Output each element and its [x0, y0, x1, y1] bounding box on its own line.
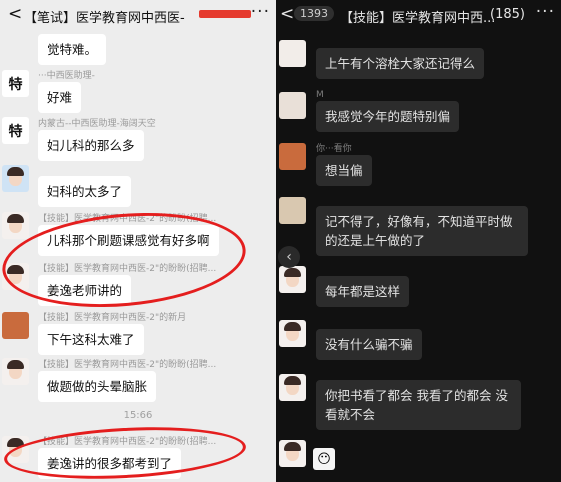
- avatar[interactable]: [279, 374, 306, 401]
- message-bubble[interactable]: 上午有个溶栓大家还记得么: [316, 48, 485, 79]
- avatar[interactable]: [2, 358, 29, 385]
- chevron-left-icon[interactable]: ‹: [278, 246, 300, 268]
- avatar[interactable]: [279, 440, 306, 467]
- unread-count-badge: 1393: [294, 6, 334, 21]
- sender-name: ···中西医助理-: [38, 71, 95, 81]
- sender-name: 你···看你: [316, 144, 352, 154]
- avatar[interactable]: [279, 40, 306, 67]
- highlight-circle: [2, 421, 248, 482]
- avatar[interactable]: [2, 212, 29, 239]
- sender-name: 【技能】医学教育网中西医-2"的新月: [38, 313, 187, 323]
- sender-name: M: [316, 90, 324, 100]
- message-bubble[interactable]: 妇儿科的那么多: [38, 130, 144, 161]
- message-bubble[interactable]: 做题做的头晕脑胀: [38, 371, 157, 402]
- timestamp: 15:66: [123, 410, 153, 421]
- avatar[interactable]: [279, 266, 306, 293]
- avatar-glyph: 特: [2, 117, 29, 144]
- message-bubble[interactable]: 记不得了，好像有，不知道平时做的还是上午做的了: [316, 206, 528, 256]
- back-arrow-icon[interactable]: <: [8, 4, 22, 24]
- message-bubble[interactable]: 你把书看了都会 我看了的都会 没看就不会: [316, 380, 521, 430]
- message-bubble[interactable]: 没有什么骗不骗: [316, 329, 422, 360]
- avatar[interactable]: 特: [2, 70, 29, 97]
- avatar[interactable]: [279, 197, 306, 224]
- left-chat-window: < 【笔试】医学教育网中西医- ··· 觉特难。 特 ···中西医助理- 好难 …: [0, 0, 276, 482]
- right-chat-window: < 1393 【技能】医学教育网中西... (185) ··· 上午有个溶栓大家…: [276, 0, 561, 482]
- message-bubble[interactable]: 我感觉今年的题特别偏: [316, 101, 460, 132]
- back-arrow-icon[interactable]: <: [280, 4, 294, 24]
- avatar[interactable]: [279, 320, 306, 347]
- message-bubble[interactable]: 妇科的太多了: [38, 176, 132, 207]
- message-bubble[interactable]: 每年都是这样: [316, 276, 410, 307]
- avatar[interactable]: 特: [2, 117, 29, 144]
- avatar[interactable]: [279, 92, 306, 119]
- message-bubble[interactable]: 下午这科太难了: [38, 324, 144, 355]
- right-header: < 1393 【技能】医学教育网中西... (185) ···: [276, 0, 561, 30]
- avatar-glyph: 特: [2, 70, 29, 97]
- sender-name: 内蒙古--中西医助理-海阔天空: [38, 119, 156, 129]
- message-bubble[interactable]: 好难: [38, 82, 82, 113]
- sender-name: 【技能】医学教育网中西医-2"的盼盼(招聘...: [38, 360, 217, 370]
- message-bubble[interactable]: 想当偏: [316, 155, 372, 186]
- left-header: < 【笔试】医学教育网中西医- ···: [0, 0, 276, 30]
- sticker-image[interactable]: 😶: [313, 448, 335, 470]
- avatar[interactable]: [2, 312, 29, 339]
- avatar[interactable]: [279, 143, 306, 170]
- chat-title: 【笔试】医学教育网中西医-: [24, 11, 185, 26]
- member-count: (185): [490, 7, 525, 22]
- message-bubble[interactable]: 觉特难。: [38, 34, 107, 65]
- redacted-bar: [199, 10, 251, 18]
- avatar[interactable]: [2, 165, 29, 192]
- chat-title: 【技能】医学教育网中西...: [340, 11, 496, 26]
- more-icon[interactable]: ···: [536, 2, 555, 22]
- more-icon[interactable]: ···: [251, 2, 270, 22]
